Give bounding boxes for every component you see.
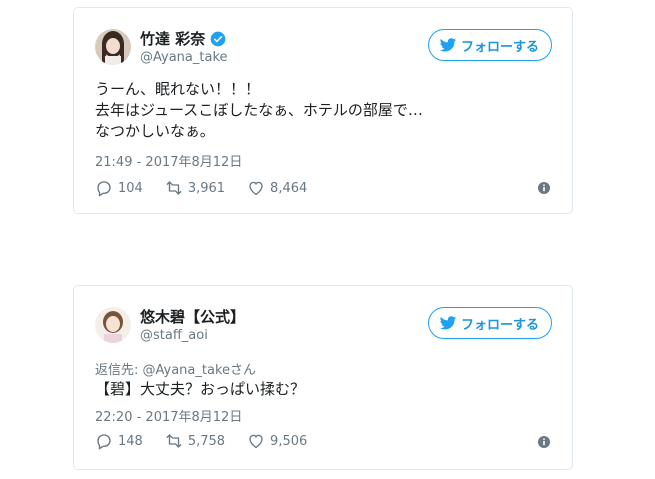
reply-button[interactable]: 104 [95, 179, 143, 197]
tweet-text-line: 去年はジュースこぼしたなぁ、ホテルの部屋で… [95, 101, 423, 119]
tweet-text: 【碧】大丈夫？おっぱい揉む？ [95, 379, 305, 400]
like-icon [249, 181, 263, 196]
retweet-icon [166, 434, 182, 448]
handle[interactable]: @staff_aoi [140, 328, 208, 343]
retweet-count: 3,961 [187, 180, 226, 196]
info-icon[interactable] [538, 436, 550, 448]
reply-icon [97, 434, 111, 450]
handle[interactable]: @Ayana_take [140, 50, 228, 65]
display-name[interactable]: 悠木碧【公式】 [140, 306, 245, 327]
reply-count: 148 [118, 433, 143, 449]
follow-button[interactable]: フォローする [427, 307, 552, 339]
info-icon[interactable] [538, 182, 550, 194]
tweet-card: 竹達 彩奈 @Ayana_take フォローする うーん、眠れない！！！ 去年は… [73, 7, 573, 214]
like-icon [249, 434, 263, 449]
display-name[interactable]: 竹達 彩奈 [140, 28, 205, 49]
tweet-text-line: うーん、眠れない！！！ [95, 80, 261, 98]
like-button[interactable]: 8,464 [247, 179, 307, 197]
retweet-button[interactable]: 5,758 [165, 432, 225, 450]
tweet-text-line: 【碧】大丈夫？おっぱい揉む？ [95, 380, 306, 398]
bird-icon [439, 316, 457, 330]
like-count: 9,506 [270, 433, 308, 449]
retweet-button[interactable]: 3,961 [165, 179, 225, 197]
reply-to-label[interactable]: 返信先: @Ayana_takeさん [95, 359, 256, 378]
avatar[interactable] [95, 29, 131, 65]
avatar[interactable] [95, 307, 131, 343]
action-bar: 148 5,758 9,506 [95, 432, 329, 450]
tweet-text-line: なつかしいなぁ。 [95, 122, 215, 140]
follow-label: フォローする [460, 317, 539, 333]
bird-icon [439, 38, 457, 52]
like-count: 8,464 [270, 180, 308, 196]
timestamp[interactable]: 22:20 - 2017年8月12日 [95, 406, 242, 425]
retweet-count: 5,758 [187, 433, 226, 449]
action-bar: 104 3,961 8,464 [95, 179, 329, 197]
like-button[interactable]: 9,506 [247, 432, 307, 450]
reply-icon [97, 181, 111, 197]
follow-button[interactable]: フォローする [427, 29, 552, 61]
tweet-card: 悠木碧【公式】 @staff_aoi フォローする 返信先: @Ayana_ta… [73, 285, 573, 470]
timestamp[interactable]: 21:49 - 2017年8月12日 [95, 151, 242, 170]
reply-count: 104 [118, 180, 143, 196]
follow-label: フォローする [460, 39, 539, 55]
retweet-icon [166, 181, 182, 195]
tweet-text: うーん、眠れない！！！ 去年はジュースこぼしたなぁ、ホテルの部屋で… なつかしい… [95, 79, 423, 142]
verified-badge-icon [210, 31, 226, 47]
reply-button[interactable]: 148 [95, 432, 143, 450]
